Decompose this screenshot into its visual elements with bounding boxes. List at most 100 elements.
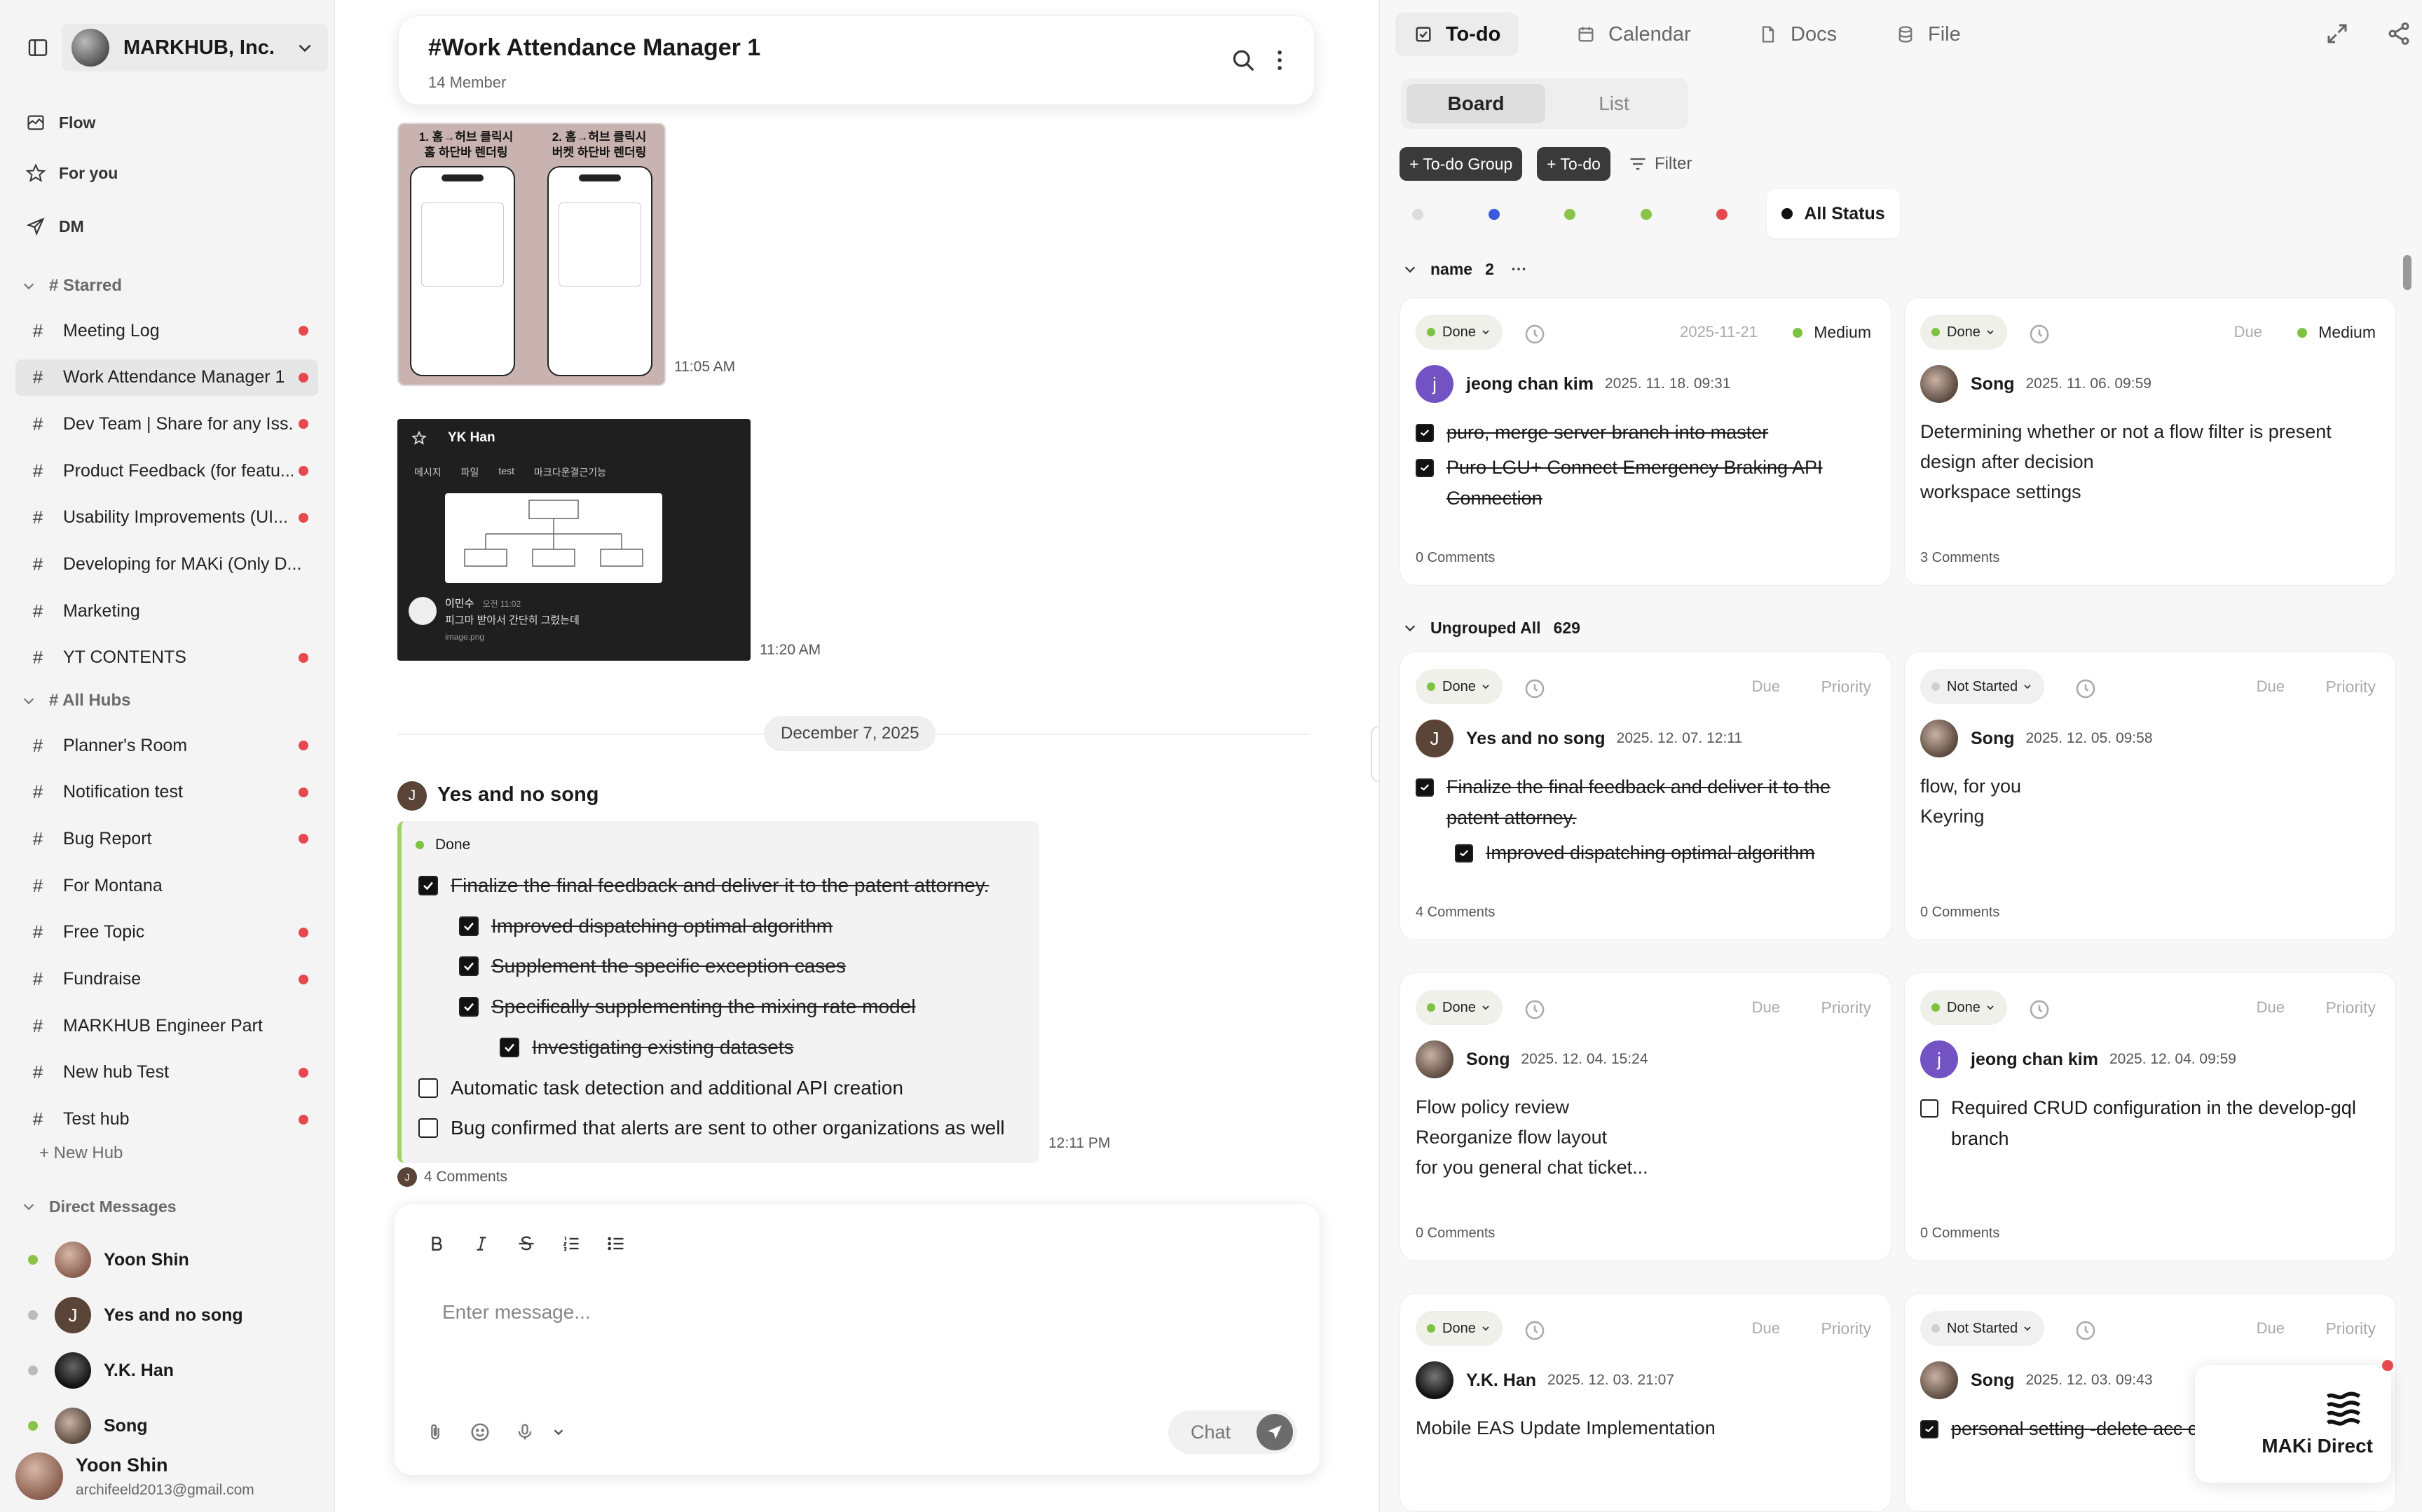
- image-attachment[interactable]: YK Han 메시지 파일 test 마크다운결근기능 이민수 오전 11:02…: [397, 419, 751, 661]
- channel-item[interactable]: # Usability Improvements (UI...: [15, 500, 318, 536]
- italic-icon[interactable]: [466, 1228, 497, 1259]
- tab-docs[interactable]: Docs: [1740, 13, 1855, 56]
- checkbox[interactable]: [1920, 1420, 1938, 1438]
- todo-card[interactable]: Done Due Medium Song 2025. 11. 06. 09:59 Dete…: [1904, 297, 2396, 586]
- priority-label[interactable]: Priority: [1821, 998, 1871, 1017]
- todo-message-card[interactable]: Done Finalize the final feedback and del…: [397, 821, 1039, 1163]
- status-dropdown[interactable]: Not Started: [1920, 1311, 2045, 1346]
- avatar[interactable]: J: [397, 781, 427, 811]
- nav-flow[interactable]: Flow: [24, 105, 95, 140]
- dm-item[interactable]: Y.K. Han: [28, 1349, 322, 1391]
- nav-for-you[interactable]: For you: [24, 156, 118, 191]
- comments-link[interactable]: J 4 Comments: [397, 1167, 507, 1187]
- status-filter-dot[interactable]: [1488, 209, 1500, 220]
- channel-item[interactable]: # Bug Report: [15, 820, 318, 857]
- priority-label[interactable]: Medium: [1793, 323, 1871, 342]
- due-date[interactable]: Due: [1752, 1319, 1780, 1338]
- status-filter-dot[interactable]: [1716, 209, 1727, 220]
- todo-item[interactable]: Improved dispatching optimal algorithm: [1455, 837, 1878, 868]
- status-filter-dot[interactable]: [1640, 209, 1652, 220]
- checkbox[interactable]: [500, 1037, 519, 1057]
- status-filter-dot[interactable]: [1564, 209, 1575, 220]
- channel-item[interactable]: # Free Topic: [15, 914, 318, 951]
- strikethrough-icon[interactable]: [511, 1228, 542, 1259]
- todo-item[interactable]: Finalize the final feedback and deliver …: [1416, 771, 1878, 833]
- comments-count[interactable]: 0 Comments: [1416, 550, 1495, 566]
- due-date[interactable]: Due: [1752, 678, 1780, 696]
- status-dropdown[interactable]: Done: [1416, 1311, 1503, 1346]
- status-dropdown[interactable]: Done: [1920, 990, 2007, 1025]
- filter-button[interactable]: Filter: [1628, 147, 1692, 181]
- add-todo-button[interactable]: + To-do: [1537, 147, 1610, 181]
- checkbox[interactable]: [459, 916, 479, 936]
- channel-item[interactable]: # Meeting Log: [15, 312, 318, 349]
- channel-item[interactable]: # Fundraise: [15, 961, 318, 998]
- channel-item[interactable]: # Notification test: [15, 774, 318, 811]
- tab-calendar[interactable]: Calendar: [1558, 13, 1709, 56]
- status-dropdown[interactable]: Done: [1416, 669, 1503, 704]
- todo-group-header[interactable]: name 2: [1402, 255, 1528, 283]
- message-input[interactable]: [442, 1291, 1269, 1333]
- status-dropdown[interactable]: Done: [1416, 990, 1503, 1025]
- clock-icon[interactable]: [1522, 1318, 1547, 1343]
- scrollbar[interactable]: [2403, 255, 2411, 290]
- dm-item[interactable]: Yoon Shin: [28, 1239, 322, 1281]
- todo-card[interactable]: Done Due Priority j jeong chan kim 2025. 12. …: [1904, 973, 2396, 1261]
- todo-card[interactable]: Done 2025-11-21 Medium j jeong chan kim 2025.…: [1400, 297, 1891, 586]
- comments-count[interactable]: 0 Comments: [1416, 1225, 1495, 1242]
- view-board[interactable]: Board: [1407, 84, 1545, 123]
- emoji-icon[interactable]: [466, 1418, 494, 1446]
- status-dropdown[interactable]: Done: [1416, 315, 1503, 350]
- clock-icon[interactable]: [2073, 676, 2098, 701]
- todo-item[interactable]: Puro LGU+ Connect Emergency Braking API …: [1416, 452, 1878, 514]
- checkbox[interactable]: [1920, 1099, 1938, 1118]
- attachment-icon[interactable]: [421, 1418, 449, 1446]
- todo-item[interactable]: Bug confirmed that alerts are sent to ot…: [418, 1117, 1005, 1139]
- checkbox[interactable]: [459, 956, 479, 977]
- more-horizontal-icon[interactable]: [1510, 260, 1528, 278]
- tab-file[interactable]: File: [1877, 13, 1979, 56]
- todo-card[interactable]: Done Due Priority Y.K. Han 2025. 12. 03. 21:…: [1400, 1293, 1891, 1512]
- comments-count[interactable]: 0 Comments: [1920, 1225, 1999, 1242]
- comments-count[interactable]: 0 Comments: [1920, 905, 1999, 921]
- todo-group-header[interactable]: Ungrouped All 629: [1402, 614, 1580, 642]
- checkbox[interactable]: [1416, 424, 1434, 442]
- status-filter-dot[interactable]: [1412, 209, 1423, 220]
- priority-label[interactable]: Priority: [1821, 678, 1871, 696]
- channel-item[interactable]: # Developing for MAKi (Only D...: [15, 547, 318, 583]
- clock-icon[interactable]: [1522, 322, 1547, 347]
- dm-item[interactable]: J Yes and no song: [28, 1294, 322, 1336]
- checkbox[interactable]: [418, 876, 438, 895]
- status-dropdown[interactable]: Done: [1920, 315, 2007, 350]
- search-icon[interactable]: [1230, 47, 1257, 74]
- add-todo-group-button[interactable]: + To-do Group: [1400, 147, 1523, 181]
- clock-icon[interactable]: [1522, 676, 1547, 701]
- bullet-list-icon[interactable]: [601, 1228, 631, 1259]
- channel-item[interactable]: # Marketing: [15, 593, 318, 629]
- channel-item[interactable]: # Test hub: [15, 1101, 318, 1138]
- due-date[interactable]: Due: [2234, 323, 2262, 341]
- due-date[interactable]: Due: [2257, 998, 2285, 1017]
- todo-item[interactable]: Investigating existing datasets: [500, 1036, 794, 1059]
- todo-item[interactable]: Specifically supplementing the mixing ra…: [459, 996, 915, 1018]
- channel-item[interactable]: # MARKHUB Engineer Part: [15, 1008, 318, 1044]
- due-date[interactable]: 2025-11-21: [1680, 323, 1758, 341]
- message-author[interactable]: Yes and no song: [437, 783, 598, 806]
- todo-card[interactable]: Done Due Priority Song 2025. 12. 04. 15:24 Fl…: [1400, 973, 1891, 1261]
- priority-label[interactable]: Priority: [2325, 678, 2376, 696]
- current-user[interactable]: Yoon Shin archifeeld2013@gmail.com: [15, 1445, 324, 1508]
- clock-icon[interactable]: [2073, 1318, 2098, 1343]
- send-control[interactable]: Chat: [1168, 1410, 1297, 1454]
- comments-count[interactable]: 4 Comments: [1416, 905, 1495, 921]
- todo-item[interactable]: Automatic task detection and additional …: [418, 1077, 903, 1099]
- view-list[interactable]: List: [1545, 84, 1683, 123]
- checkbox[interactable]: [418, 1118, 438, 1139]
- send-button[interactable]: [1257, 1414, 1293, 1450]
- todo-item[interactable]: Supplement the specific exception cases: [459, 955, 846, 977]
- channel-item[interactable]: # Product Feedback (for featu...: [15, 453, 318, 489]
- todo-item[interactable]: Finalize the final feedback and deliver …: [418, 874, 989, 897]
- checkbox[interactable]: [1416, 778, 1434, 797]
- member-count[interactable]: 14 Member: [428, 74, 506, 92]
- due-date[interactable]: Due: [2257, 678, 2285, 696]
- more-vertical-icon[interactable]: [1266, 47, 1293, 74]
